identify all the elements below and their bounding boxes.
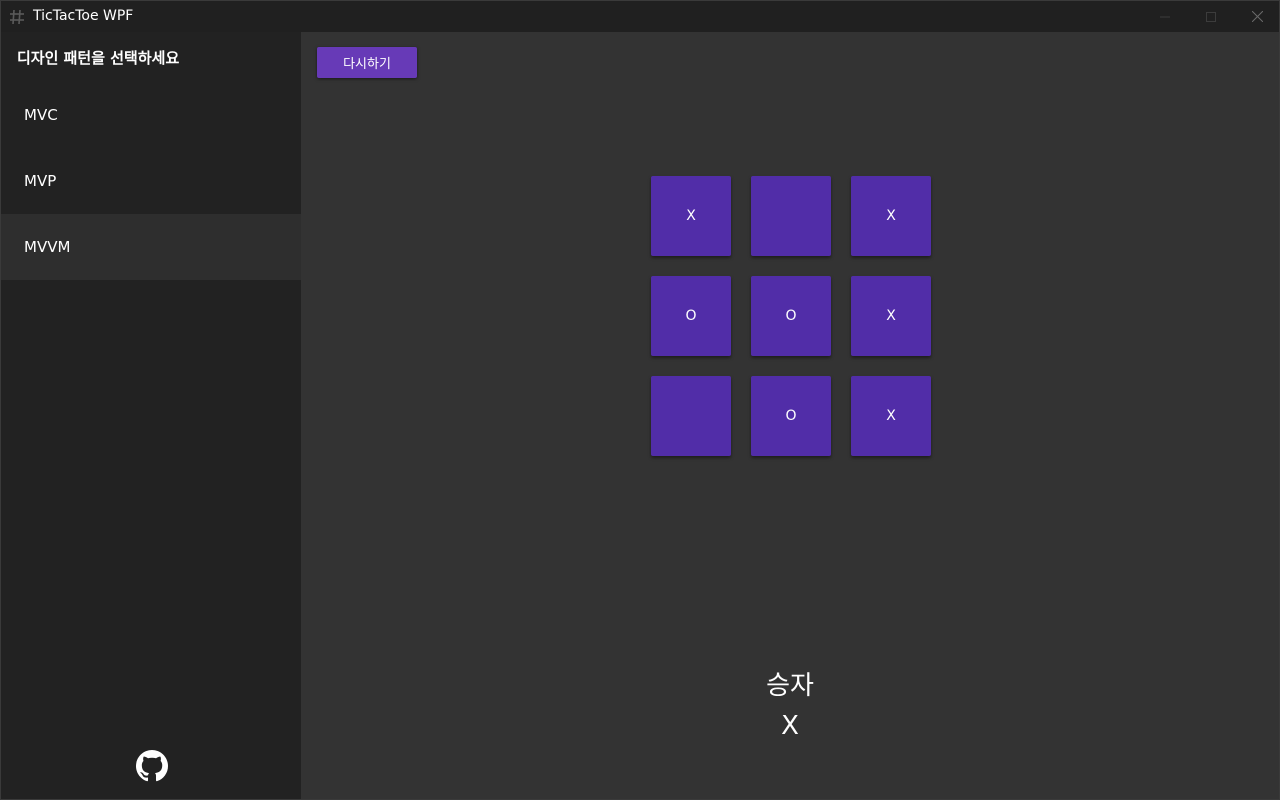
minimize-button[interactable] [1142, 1, 1188, 32]
winner-label: 승자 [766, 671, 814, 701]
board-cell-4[interactable]: O [651, 276, 731, 356]
minimize-icon [1160, 16, 1170, 17]
github-icon[interactable] [136, 750, 168, 782]
sidebar-item-mvvm[interactable]: MVVM [1, 214, 301, 280]
maximize-button[interactable] [1188, 1, 1234, 32]
board-cell-9[interactable]: X [851, 376, 931, 456]
board-cell-8[interactable]: O [751, 376, 831, 456]
sidebar-heading: 디자인 패턴을 선택하세요 [17, 49, 180, 67]
app-window: TicTacToe WPF 디자인 패턴을 선택하세요 MVC MVP MVVM… [0, 0, 1280, 800]
game-area: 다시하기 X X O O X O X 승자 X [301, 32, 1279, 799]
sidebar: 디자인 패턴을 선택하세요 MVC MVP MVVM [1, 32, 301, 799]
close-icon [1251, 11, 1263, 22]
maximize-icon [1206, 11, 1216, 22]
sidebar-item-label: MVP [24, 172, 57, 190]
window-title: TicTacToe WPF [33, 8, 134, 24]
board-cell-6[interactable]: X [851, 276, 931, 356]
close-button[interactable] [1234, 1, 1279, 32]
winner-value: X [781, 711, 799, 741]
board-cell-7[interactable] [651, 376, 731, 456]
sidebar-item-label: MVVM [24, 238, 71, 256]
sidebar-item-label: MVC [24, 106, 58, 124]
board-cell-1[interactable]: X [651, 176, 731, 256]
board-cell-5[interactable]: O [751, 276, 831, 356]
app-icon [10, 9, 24, 25]
sidebar-item-mvc[interactable]: MVC [1, 82, 301, 148]
restart-button[interactable]: 다시하기 [317, 47, 417, 78]
board-cell-3[interactable]: X [851, 176, 931, 256]
board-cell-2[interactable] [751, 176, 831, 256]
title-bar[interactable]: TicTacToe WPF [1, 1, 1279, 32]
sidebar-item-mvp[interactable]: MVP [1, 148, 301, 214]
